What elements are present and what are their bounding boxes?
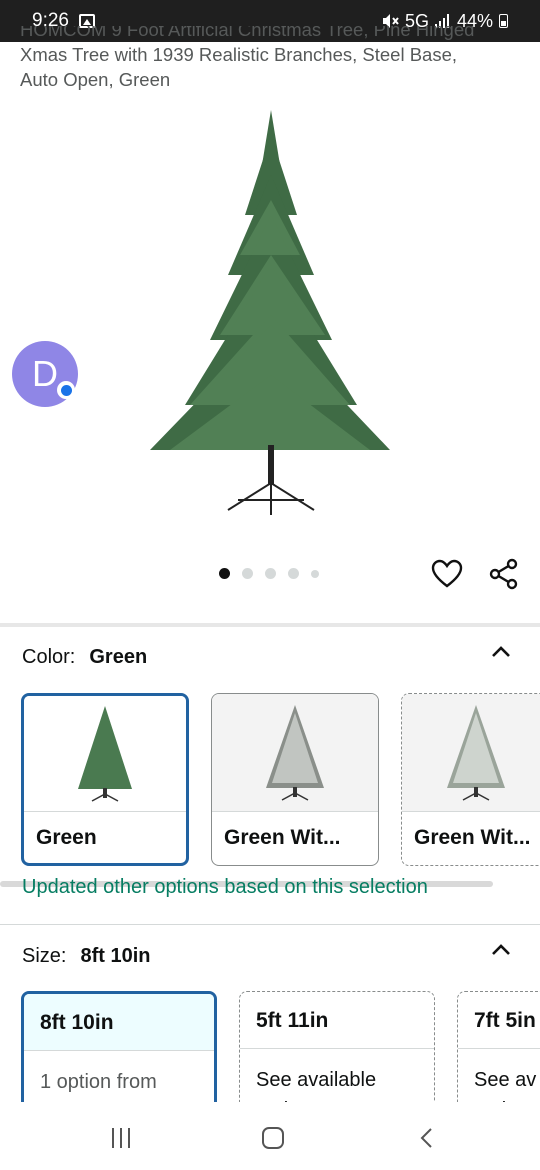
- image-carousel-dots[interactable]: [219, 568, 319, 579]
- chevron-up-icon[interactable]: [490, 943, 512, 957]
- section-divider: [0, 924, 540, 925]
- product-title-line2: Xmas Tree with 1939 Realistic Branches, …: [20, 44, 458, 65]
- size-option-label: 5ft 11in: [240, 992, 434, 1049]
- chat-badge-icon: [57, 381, 75, 399]
- color-label: Color:: [22, 646, 76, 668]
- color-option-green-frost[interactable]: Green Wit...: [401, 693, 540, 866]
- section-divider: [0, 623, 540, 627]
- product-title-line3: Auto Open, Green: [20, 69, 171, 90]
- tree-thumbnail: [78, 705, 132, 802]
- snow-tree-thumbnail: [266, 704, 324, 801]
- product-title[interactable]: HOMCOM 9 Foot Artificial Christmas Tree,…: [20, 26, 520, 92]
- home-icon[interactable]: [262, 1127, 284, 1149]
- size-option-detail: See av: [474, 1069, 537, 1091]
- product-title-line1: HOMCOM 9 Foot Artificial Christmas Tree,…: [20, 26, 475, 40]
- carousel-dot[interactable]: [265, 568, 276, 579]
- size-option-label: 7ft 5in: [458, 992, 540, 1049]
- chevron-up-icon[interactable]: [490, 645, 512, 659]
- heart-icon[interactable]: [431, 559, 463, 589]
- size-option-detail: 1 option from: [40, 1071, 157, 1093]
- size-header[interactable]: Size: 8ft 10in: [22, 945, 151, 968]
- swatch-label: Green: [36, 826, 97, 849]
- chat-head-avatar[interactable]: D: [12, 341, 78, 407]
- swatch-image: [24, 696, 186, 812]
- swatch-image: [402, 694, 540, 812]
- swatch-label: Green Wit...: [414, 826, 531, 849]
- color-option-green-snow[interactable]: Green Wit...: [211, 693, 379, 866]
- color-option-green[interactable]: Green: [21, 693, 189, 866]
- carousel-dot[interactable]: [288, 568, 299, 579]
- carousel-dot[interactable]: [242, 568, 253, 579]
- size-value: 8ft 10in: [80, 945, 151, 967]
- avatar-letter: D: [32, 353, 58, 394]
- recent-apps-icon[interactable]: [112, 1128, 134, 1148]
- back-icon[interactable]: [417, 1127, 439, 1149]
- product-image[interactable]: [140, 105, 400, 525]
- selection-update-note: Updated other options based on this sele…: [22, 876, 428, 898]
- frost-tree-thumbnail: [447, 704, 505, 801]
- color-header[interactable]: Color: Green: [22, 646, 147, 669]
- color-value: Green: [89, 646, 148, 668]
- share-icon[interactable]: [488, 558, 520, 590]
- size-label: Size:: [22, 945, 67, 967]
- size-option-label: 8ft 10in: [24, 994, 214, 1051]
- carousel-dot[interactable]: [311, 569, 319, 578]
- carousel-dot[interactable]: [219, 568, 230, 579]
- system-nav-bar: [0, 1102, 540, 1170]
- swatch-image: [212, 694, 378, 812]
- swatch-label: Green Wit...: [224, 826, 341, 849]
- size-option-detail: See available: [256, 1069, 377, 1091]
